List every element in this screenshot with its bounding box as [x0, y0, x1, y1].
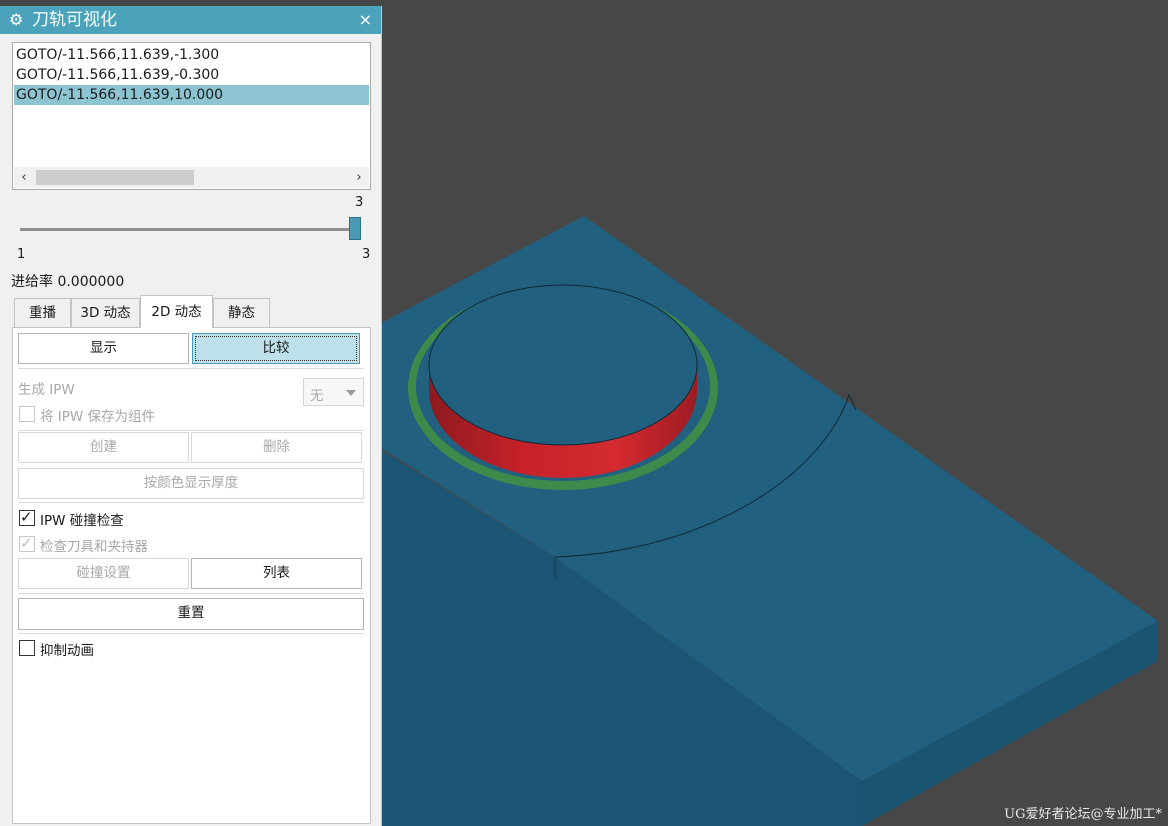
check-icon: ✓: [20, 508, 33, 526]
ipw-collision-check-checkbox[interactable]: ✓: [19, 508, 35, 526]
list-item-selected[interactable]: GOTO/-11.566,11.639,10.000: [14, 85, 369, 105]
boss-top: [428, 284, 698, 446]
suppress-animation-checkbox[interactable]: [19, 640, 35, 656]
generate-ipw-value: 无: [310, 388, 324, 404]
toolpath-visualization-dialog: ⚙ 刀轨可视化 × GOTO/-11.566,11.639,-1.300 GOT…: [0, 6, 382, 826]
tab-replay[interactable]: 重播: [14, 298, 71, 327]
divider: [18, 502, 364, 503]
dialog-titlebar[interactable]: ⚙ 刀轨可视化 ×: [0, 6, 381, 34]
scroll-left-icon[interactable]: ‹: [16, 168, 32, 187]
show-thickness-by-color-button[interactable]: 按颜色显示厚度: [18, 468, 364, 499]
check-tool-holder-checkbox[interactable]: ✓: [19, 534, 35, 552]
check-icon: ✓: [20, 534, 33, 552]
generate-ipw-dropdown[interactable]: 无: [303, 378, 364, 406]
create-button[interactable]: 创建: [18, 432, 189, 463]
scroll-right-icon[interactable]: ›: [351, 168, 367, 187]
scroll-thumb[interactable]: [36, 170, 194, 185]
save-ipw-label: 将 IPW 保存为组件: [40, 409, 156, 425]
divider: [18, 593, 364, 594]
collision-settings-button[interactable]: 碰撞设置: [18, 558, 189, 589]
horizontal-scrollbar[interactable]: ‹ ›: [14, 167, 369, 188]
slider-min-label: 1: [17, 247, 26, 262]
ipw-collision-check-label: IPW 碰撞检查: [40, 513, 124, 529]
divider: [18, 633, 364, 634]
show-button[interactable]: 显示: [18, 333, 189, 364]
suppress-animation-label: 抑制动画: [40, 643, 94, 659]
tab-2d-dynamic[interactable]: 2D 动态: [140, 295, 213, 328]
tab-static[interactable]: 静态: [213, 298, 270, 327]
divider: [18, 430, 364, 431]
list-item[interactable]: GOTO/-11.566,11.639,-0.300: [14, 65, 369, 85]
close-icon[interactable]: ×: [359, 10, 372, 30]
list-item[interactable]: GOTO/-11.566,11.639,-1.300: [14, 45, 369, 65]
generate-ipw-label: 生成 IPW: [18, 382, 75, 398]
feed-rate-label: 进给率 0.000000: [11, 274, 125, 290]
tab-3d-dynamic[interactable]: 3D 动态: [71, 298, 140, 327]
slider-max-label: 3: [362, 247, 371, 262]
divider: [18, 368, 364, 369]
slider-handle[interactable]: [349, 217, 361, 240]
watermark-text: UG爱好者论坛@专业加工*: [1004, 807, 1162, 822]
save-ipw-checkbox[interactable]: [19, 406, 35, 422]
gear-icon[interactable]: ⚙: [9, 10, 23, 30]
compare-button[interactable]: 比较: [192, 333, 360, 364]
chevron-down-icon: [346, 390, 356, 396]
list-button[interactable]: 列表: [191, 558, 362, 589]
delete-button[interactable]: 删除: [191, 432, 362, 463]
dialog-title: 刀轨可视化: [32, 10, 117, 30]
toolpath-listbox[interactable]: GOTO/-11.566,11.639,-1.300 GOTO/-11.566,…: [12, 42, 371, 190]
slider-current-value: 3: [355, 195, 364, 210]
slider-track[interactable]: [20, 228, 350, 231]
check-tool-holder-label: 检查刀具和夹持器: [40, 539, 148, 555]
reset-button[interactable]: 重置: [18, 598, 364, 630]
